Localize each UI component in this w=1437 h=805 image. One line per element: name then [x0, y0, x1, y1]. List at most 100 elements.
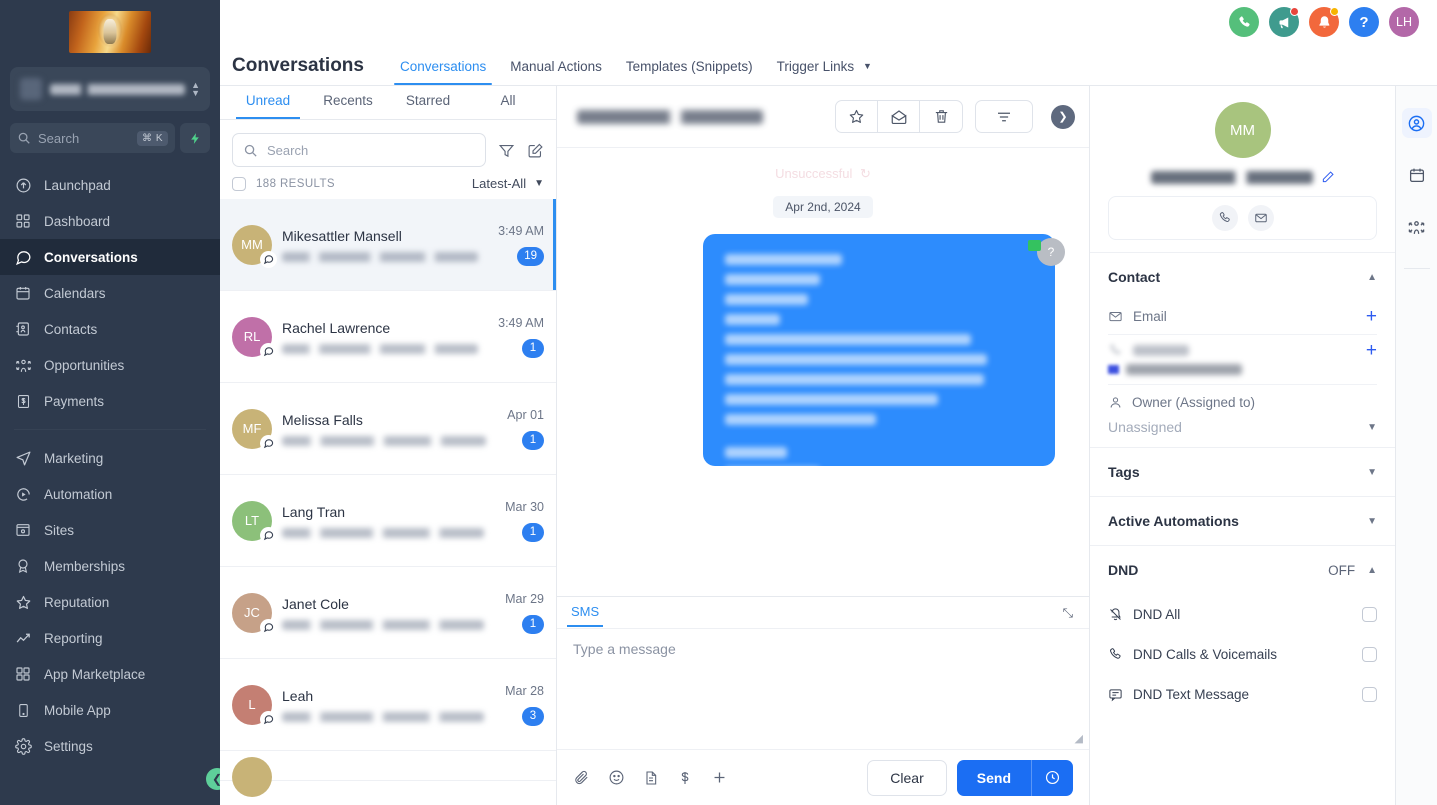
tab-unread[interactable]: Unread — [228, 86, 308, 119]
automations-section-header[interactable]: Active Automations ▼ — [1108, 497, 1377, 545]
sidebar-item-payments[interactable]: Payments — [0, 383, 220, 419]
delete-button[interactable] — [920, 101, 962, 132]
schedule-send-icon[interactable] — [1031, 760, 1073, 796]
sidebar-item-opportunities[interactable]: Opportunities — [0, 347, 220, 383]
contact-section-header[interactable]: Contact ▲ — [1108, 253, 1377, 301]
sidebar-item-conversations[interactable]: Conversations — [0, 239, 220, 275]
redacted-line — [725, 334, 971, 345]
composer-tab-sms[interactable]: SMS — [567, 604, 603, 627]
send-button[interactable]: Send — [957, 770, 1031, 786]
conversation-row[interactable]: MM Mikesattler Mansell 3:49 AM 19 — [220, 199, 556, 291]
sms-channel-icon — [260, 343, 277, 360]
avatar: L — [232, 685, 272, 725]
sidebar-item-app-marketplace[interactable]: App Marketplace — [0, 656, 220, 692]
conversation-row[interactable]: LT Lang Tran Mar 30 1 — [220, 475, 556, 567]
retry-icon[interactable]: ↻ — [860, 166, 871, 181]
avatar-initials: ? — [1048, 245, 1055, 259]
email-contact-button[interactable] — [1248, 205, 1274, 231]
filter-button[interactable] — [975, 100, 1033, 133]
conversation-row[interactable]: JC Janet Cole Mar 29 1 — [220, 567, 556, 659]
clear-button[interactable]: Clear — [867, 760, 946, 796]
sidebar-item-contacts[interactable]: Contacts — [0, 311, 220, 347]
sidebar-item-settings[interactable]: Settings — [0, 728, 220, 764]
list-meta-row: 188 RESULTS Latest-All ▼ — [220, 176, 556, 199]
sidebar-item-launchpad[interactable]: Launchpad — [0, 167, 220, 203]
avatar[interactable]: LH — [1389, 7, 1419, 37]
resize-grip-icon[interactable]: ◢ — [1075, 732, 1083, 745]
sidebar-item-memberships[interactable]: Memberships — [0, 548, 220, 584]
add-email-button[interactable]: + — [1366, 307, 1377, 326]
page-header: Conversations Conversations Manual Actio… — [220, 44, 1437, 86]
composer-resize-icon[interactable]: ⤡ — [1063, 605, 1073, 627]
dnd-text-row[interactable]: DND Text Message — [1108, 674, 1377, 714]
search-input[interactable]: Search ⌘ K — [10, 123, 175, 153]
sidebar-item-calendars[interactable]: Calendars — [0, 275, 220, 311]
owner-field[interactable]: Owner (Assigned to) Unassigned ▼ — [1108, 385, 1377, 447]
sidebar-item-reputation[interactable]: Reputation — [0, 584, 220, 620]
tab-templates[interactable]: Templates (Snippets) — [614, 59, 765, 85]
mark-unread-button[interactable] — [878, 101, 920, 132]
tab-manual-actions[interactable]: Manual Actions — [498, 59, 614, 85]
attachment-icon[interactable] — [573, 769, 590, 786]
conversation-row[interactable]: MF Melissa Falls Apr 01 1 — [220, 383, 556, 475]
workspace-selector[interactable]: ▲▼ — [10, 67, 210, 111]
edit-contact-icon[interactable] — [1321, 170, 1335, 184]
sidebar-item-dashboard[interactable]: Dashboard — [0, 203, 220, 239]
filter-icon[interactable] — [498, 142, 515, 159]
select-all-checkbox[interactable] — [232, 177, 246, 191]
tab-trigger-links[interactable]: Trigger Links ▼ — [765, 59, 884, 85]
conversation-preview-redacted — [282, 712, 484, 722]
sidebar-item-sites[interactable]: Sites — [0, 512, 220, 548]
conversation-row[interactable]: L Leah Mar 28 3 — [220, 659, 556, 751]
owner-value-select[interactable]: Unassigned ▼ — [1108, 419, 1377, 435]
dnd-section-header[interactable]: DND OFF ▲ — [1108, 546, 1377, 594]
announcement-icon[interactable] — [1269, 7, 1299, 37]
redacted-line — [725, 374, 984, 385]
dnd-all-row[interactable]: DND All — [1108, 594, 1377, 634]
sidebar-item-reporting[interactable]: Reporting — [0, 620, 220, 656]
tab-all[interactable]: All — [468, 86, 548, 119]
opportunities-panel-icon[interactable] — [1402, 212, 1432, 242]
tab-conversations[interactable]: Conversations — [388, 59, 498, 85]
appointments-panel-icon[interactable] — [1402, 160, 1432, 190]
unread-badge: 1 — [522, 523, 544, 542]
sidebar-label: Contacts — [44, 322, 97, 337]
conversation-list[interactable]: MM Mikesattler Mansell 3:49 AM 19 — [220, 199, 556, 805]
dnd-text-checkbox[interactable] — [1362, 687, 1377, 702]
contact-panel-icon[interactable] — [1402, 108, 1432, 138]
help-icon[interactable]: ? — [1349, 7, 1379, 37]
sidebar-item-marketing[interactable]: Marketing — [0, 440, 220, 476]
star-button[interactable] — [836, 101, 878, 132]
quick-actions-button[interactable] — [180, 123, 210, 153]
payment-icon[interactable] — [677, 770, 693, 786]
template-icon[interactable] — [643, 770, 659, 786]
sidebar-item-mobile-app[interactable]: Mobile App — [0, 692, 220, 728]
call-contact-button[interactable] — [1212, 205, 1238, 231]
tab-starred[interactable]: Starred — [388, 86, 468, 119]
conversation-row[interactable]: RL Rachel Lawrence 3:49 AM 1 — [220, 291, 556, 383]
conversation-time: 3:49 AM — [498, 224, 544, 238]
emoji-icon[interactable] — [608, 769, 625, 786]
date-separator-label: Apr 2nd, 2024 — [773, 196, 872, 218]
tags-section-header[interactable]: Tags ▼ — [1108, 448, 1377, 496]
email-field[interactable]: Email + — [1108, 301, 1377, 335]
dnd-calls-row[interactable]: DND Calls & Voicemails — [1108, 634, 1377, 674]
thread-action-group — [835, 100, 963, 133]
compose-icon[interactable] — [527, 142, 544, 159]
bell-icon[interactable] — [1309, 7, 1339, 37]
add-phone-button[interactable]: + — [1366, 341, 1377, 360]
conversation-search-input[interactable]: Search — [232, 133, 486, 167]
expand-thread-button[interactable]: ❯ — [1051, 105, 1075, 129]
tab-recents[interactable]: Recents — [308, 86, 388, 119]
sidebar-item-automation[interactable]: Automation — [0, 476, 220, 512]
redacted-line — [725, 254, 842, 265]
phone-field[interactable]: + — [1108, 335, 1377, 362]
sort-selector[interactable]: Latest-All ▼ — [472, 176, 544, 191]
conversation-row[interactable] — [220, 751, 556, 781]
add-more-icon[interactable] — [711, 769, 728, 786]
dnd-all-checkbox[interactable] — [1362, 607, 1377, 622]
phone-icon[interactable] — [1229, 7, 1259, 37]
avatar: RL — [232, 317, 272, 357]
dnd-calls-checkbox[interactable] — [1362, 647, 1377, 662]
message-input[interactable]: Type a message ◢ — [557, 629, 1089, 749]
